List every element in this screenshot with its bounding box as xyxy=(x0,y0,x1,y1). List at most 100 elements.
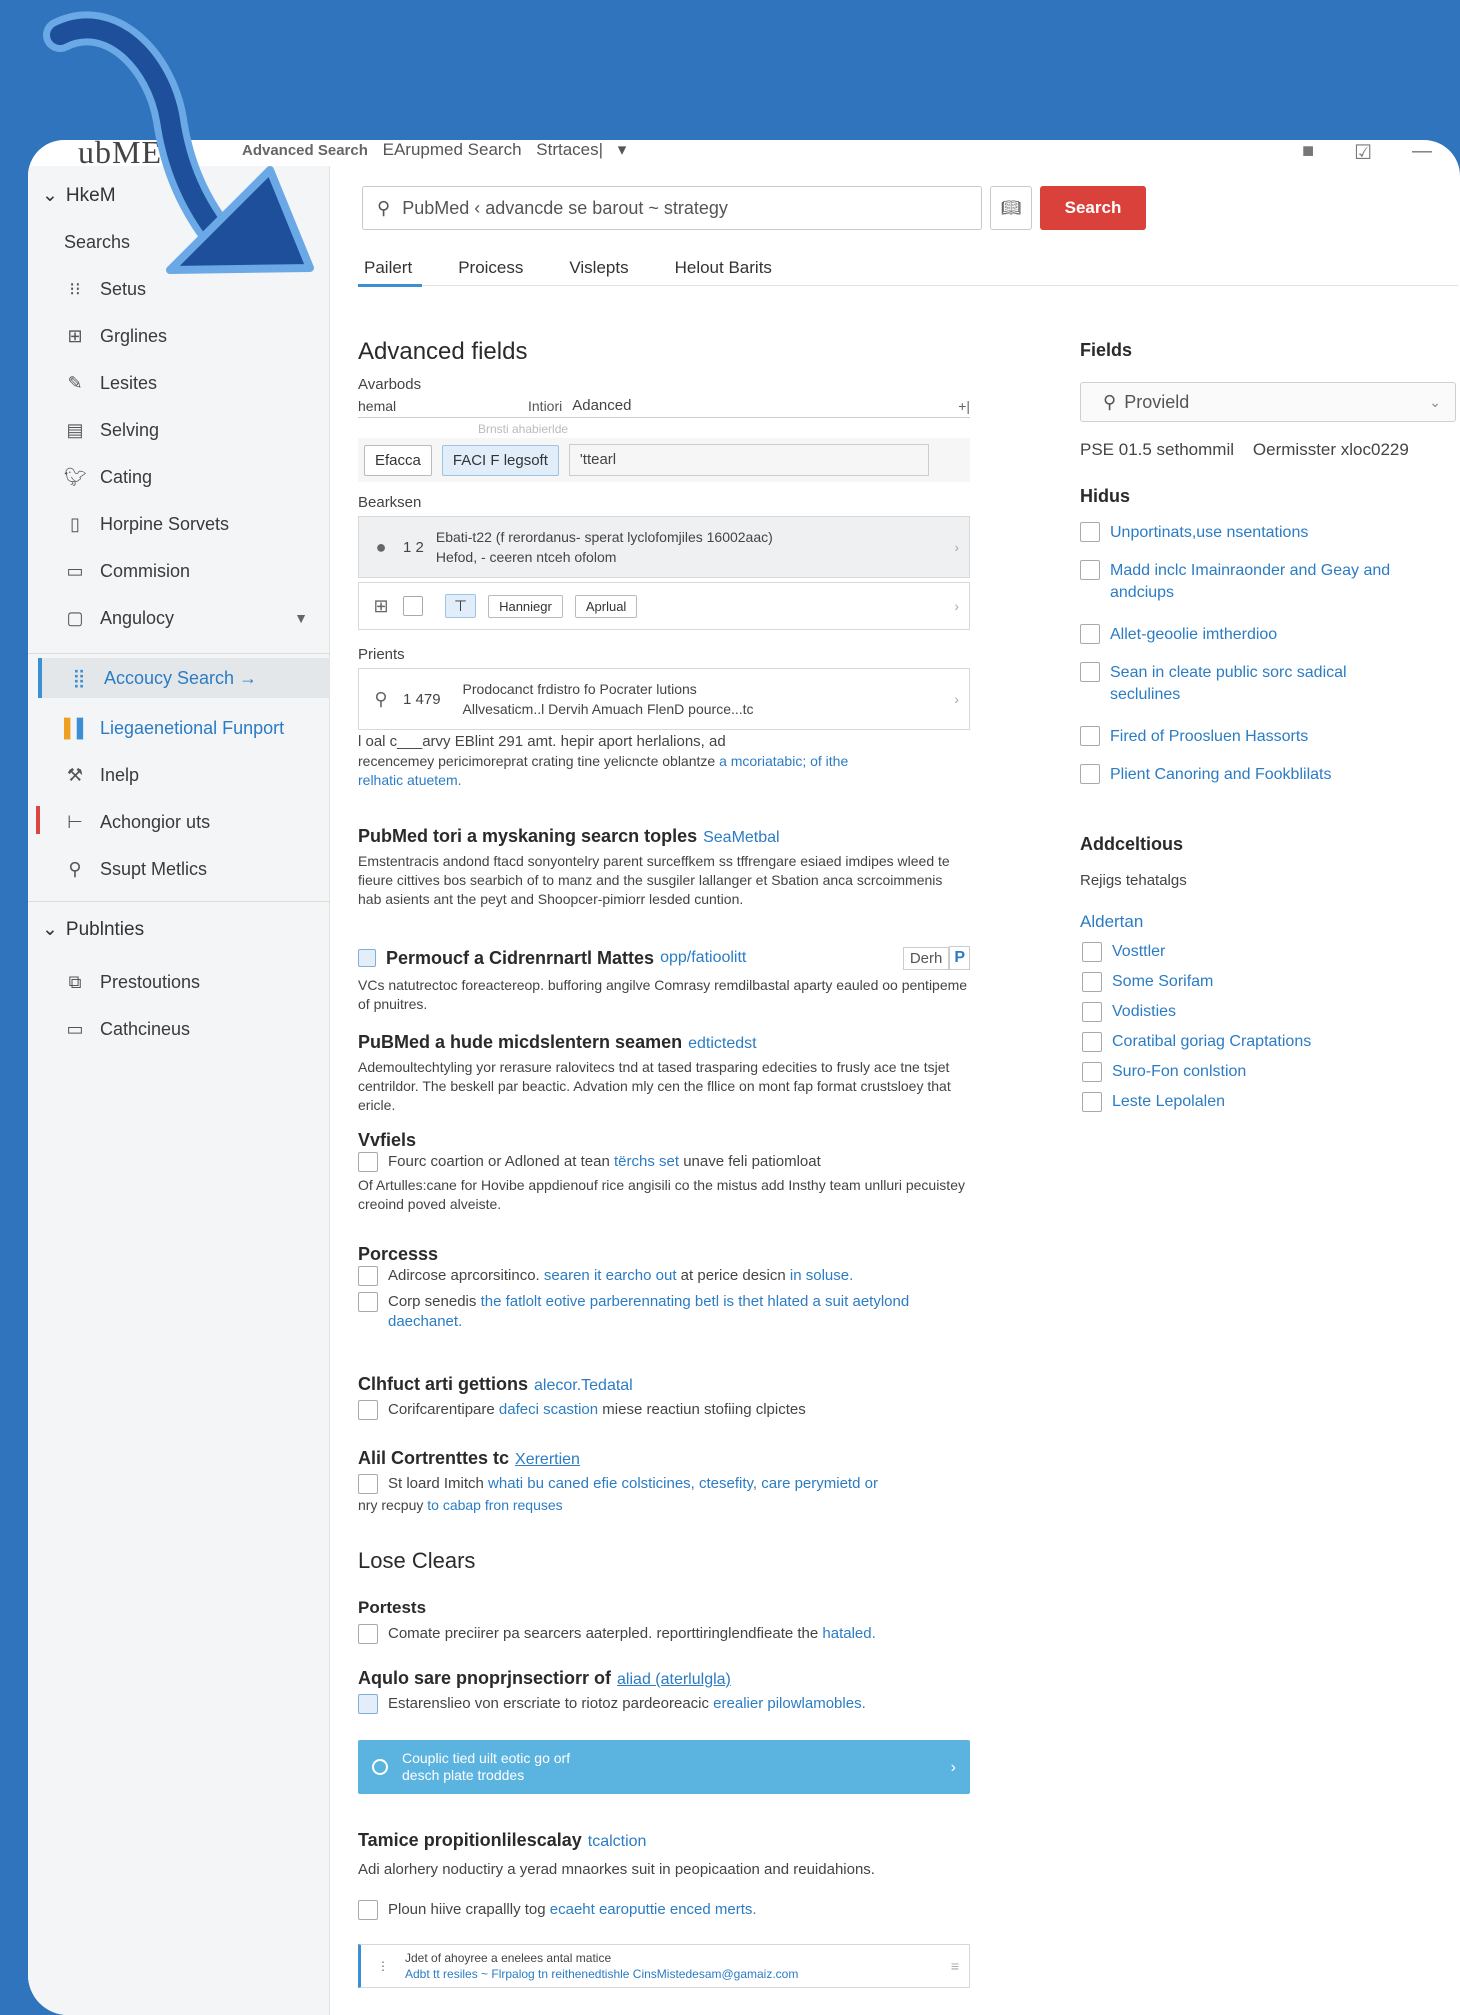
checkbox[interactable] xyxy=(358,1474,378,1494)
side-input[interactable]: Derh xyxy=(902,946,950,970)
filter-chip[interactable]: Efacca xyxy=(364,444,432,476)
p-icon[interactable]: P xyxy=(949,946,970,970)
option-row[interactable]: St loard Imitch whati bu caned efie cols… xyxy=(358,1474,968,1494)
checkbox[interactable] xyxy=(1080,764,1100,784)
chevron-down-icon[interactable]: ▾ xyxy=(618,140,627,159)
addition-option[interactable]: Some Sorifam xyxy=(1082,972,1213,992)
checkbox[interactable] xyxy=(1082,1092,1102,1112)
sidebar-item-accoucy-search[interactable]: ⣿ Accoucy Search → xyxy=(38,658,330,698)
checkbox[interactable] xyxy=(358,1400,378,1420)
result-note: l oal c___arvy EBlint 291 amt. hepir apo… xyxy=(358,733,726,750)
footer-card[interactable]: ⋮ Jdet of ahoyree a enelees antal matice… xyxy=(358,1944,970,1988)
checkbox[interactable] xyxy=(358,1292,378,1312)
result-card[interactable]: ⊞ ⊤ Hanniegr Aprlual › xyxy=(358,582,970,630)
tab-helout-barits[interactable]: Helout Barits xyxy=(669,244,772,285)
filter-option[interactable]: Allet-geoolie imtherdioo xyxy=(1080,624,1460,646)
dots-icon: ⣿ xyxy=(72,667,86,688)
option-row[interactable]: Fourc coartion or Adloned at tean tërchs… xyxy=(358,1152,968,1172)
checkbox[interactable] xyxy=(1080,624,1100,644)
info-banner[interactable]: Couplic tied uilt eotic go orf desch pla… xyxy=(358,1740,970,1794)
sidebar-item-commision[interactable]: ▭ Commision xyxy=(64,551,328,591)
bird-icon: 🐦︎ xyxy=(64,466,87,487)
sidebar-item-inelp[interactable]: ⚒ Inelp xyxy=(64,755,328,795)
filter-option[interactable]: Unportinats,use nsentations xyxy=(1080,522,1460,544)
option-row[interactable]: Ploun hiive crapallly tog ecaeht earoput… xyxy=(358,1900,968,1920)
sidebar-item-liegaenetional-funport[interactable]: ▌▌ Liegaenetional Funport xyxy=(64,708,328,748)
addition-option[interactable]: Suro-Fon conlstion xyxy=(1082,1062,1246,1082)
sidebar-item-horpine-sorvets[interactable]: ▯ Horpine Sorvets xyxy=(64,504,328,544)
checkbox[interactable] xyxy=(358,1900,378,1920)
addition-option[interactable]: Vodisties xyxy=(1082,1002,1176,1022)
checkbox[interactable] xyxy=(1082,972,1102,992)
checkbox[interactable] xyxy=(1082,942,1102,962)
bookmark-icon[interactable]: ■ xyxy=(1302,140,1314,165)
checkbox[interactable] xyxy=(1080,726,1100,746)
filter-icon[interactable]: ⊤ xyxy=(445,594,477,618)
checkbox[interactable] xyxy=(1080,560,1100,580)
checkbox[interactable] xyxy=(1082,1032,1102,1052)
option-row[interactable]: Corifcarentipare dafeci scastion miese r… xyxy=(358,1400,968,1420)
section-title: Lose Clears xyxy=(358,1548,476,1573)
sidebar-item-selving[interactable]: ▤ Selving xyxy=(64,410,328,450)
addition-option[interactable]: Coratibal goriag Craptations xyxy=(1082,1032,1311,1052)
filter-option[interactable]: Madd inclc Imainraonder and Geay and and… xyxy=(1080,560,1460,604)
breadcrumb-item[interactable]: Strtaces| xyxy=(536,140,603,159)
tab-pailert[interactable]: Pailert xyxy=(358,244,423,287)
sidebar-item-prestoutions[interactable]: ⧉ Prestoutions xyxy=(64,962,328,1002)
book-icon[interactable]: 📖︎ xyxy=(990,186,1032,230)
checkbox[interactable] xyxy=(1082,1002,1102,1022)
section-heading: Permoucf a Cidrenrnartl Mattes opp/fatioo… xyxy=(358,946,970,970)
tab-vislepts[interactable]: Vislepts xyxy=(563,244,628,285)
sidebar-item-achongior-uts[interactable]: ⊢ Achongior uts xyxy=(36,802,328,842)
wrench-icon: ⚒ xyxy=(66,764,84,785)
sidebar-item-ssupt-metlics[interactable]: ⚲ Ssupt Metlics xyxy=(64,849,328,889)
check-icon[interactable]: ☑ xyxy=(1354,140,1372,165)
section-text: Ademoultechtyling yor rerasure ralovitec… xyxy=(358,1059,951,1113)
field-input[interactable]: Adanced xyxy=(572,397,948,414)
sidebar-item-grglines[interactable]: ⊞ Grglines xyxy=(64,316,328,356)
search-button[interactable]: Search xyxy=(1040,186,1146,230)
arrow-decoration-icon xyxy=(43,11,314,274)
search-icon: ⚲ xyxy=(374,688,388,709)
result-card[interactable]: ● 1 2 Ebati-t22 (f rerordanus- sperat ly… xyxy=(358,516,970,578)
provider-select[interactable]: ⚲ Provield ⌄ xyxy=(1080,382,1456,422)
checkbox[interactable] xyxy=(358,1266,378,1286)
breadcrumb-item[interactable]: EArupmed Search xyxy=(383,140,522,159)
filter-option[interactable]: Plient Canoring and Fookblilats xyxy=(1080,764,1460,786)
panel-link[interactable]: Aldertan xyxy=(1080,912,1143,932)
checkbox[interactable] xyxy=(358,1624,378,1644)
top-right-toolbar: ■ ☑ — xyxy=(1302,140,1432,165)
option-row[interactable]: Corp senedis the fatlolt eotive parberen… xyxy=(358,1292,968,1332)
option-row[interactable]: Adircose aprcorsitinco. searen it earcho… xyxy=(358,1266,968,1286)
tab-proicess[interactable]: Proicess xyxy=(452,244,523,285)
checkbox[interactable] xyxy=(1080,662,1100,682)
option-row[interactable]: Comate preciirer pa searcers aaterpled. … xyxy=(358,1624,968,1644)
addition-option[interactable]: Vosttler xyxy=(1082,942,1165,962)
sidebar-item-cating[interactable]: 🐦︎ Cating xyxy=(64,457,328,497)
addition-option[interactable]: Leste Lepolalen xyxy=(1082,1092,1225,1112)
option-row[interactable]: Estarenslieo von erscriate to riotoz par… xyxy=(358,1694,968,1714)
checkbox[interactable] xyxy=(403,596,423,616)
add-field-button[interactable]: +| xyxy=(958,398,970,414)
filter-option[interactable]: Fired of Proosluen Hassorts xyxy=(1080,726,1460,748)
checkbox[interactable] xyxy=(1082,1062,1102,1082)
sidebar-item-cathcineus[interactable]: ▭ Cathcineus xyxy=(64,1009,328,1049)
filter-chip[interactable]: Aprlual xyxy=(574,594,638,618)
sidebar-group-header[interactable]: ⌄ Publnties xyxy=(42,918,144,941)
sidebar-item-angulocy[interactable]: ▢ Angulocy ▼ xyxy=(64,598,328,638)
menu-icon[interactable]: — xyxy=(1412,140,1432,165)
term-input[interactable]: 'ttearl xyxy=(568,444,929,476)
sidebar-divider xyxy=(28,653,330,654)
sidebar-item-lesites[interactable]: ✎ Lesites xyxy=(64,363,328,403)
checkbox[interactable] xyxy=(358,949,376,967)
filter-chip[interactable]: FACI F legsoft xyxy=(441,444,559,476)
field-input[interactable]: hemal xyxy=(358,398,518,414)
checkbox[interactable] xyxy=(1080,522,1100,542)
search-input[interactable]: ⚲ PubMed ‹ advancde se barout ~ strategy xyxy=(362,186,982,230)
result-card[interactable]: ⚲ 1 479 Prodocanct frdistro fo Pocrater … xyxy=(358,668,970,730)
filter-chip[interactable]: Hanniegr xyxy=(488,594,563,618)
window-icon: ⧉ xyxy=(68,971,82,992)
checkbox[interactable] xyxy=(358,1694,378,1714)
checkbox[interactable] xyxy=(358,1152,378,1172)
filter-option[interactable]: Sean in cleate public sorc sadical seclu… xyxy=(1080,662,1460,706)
